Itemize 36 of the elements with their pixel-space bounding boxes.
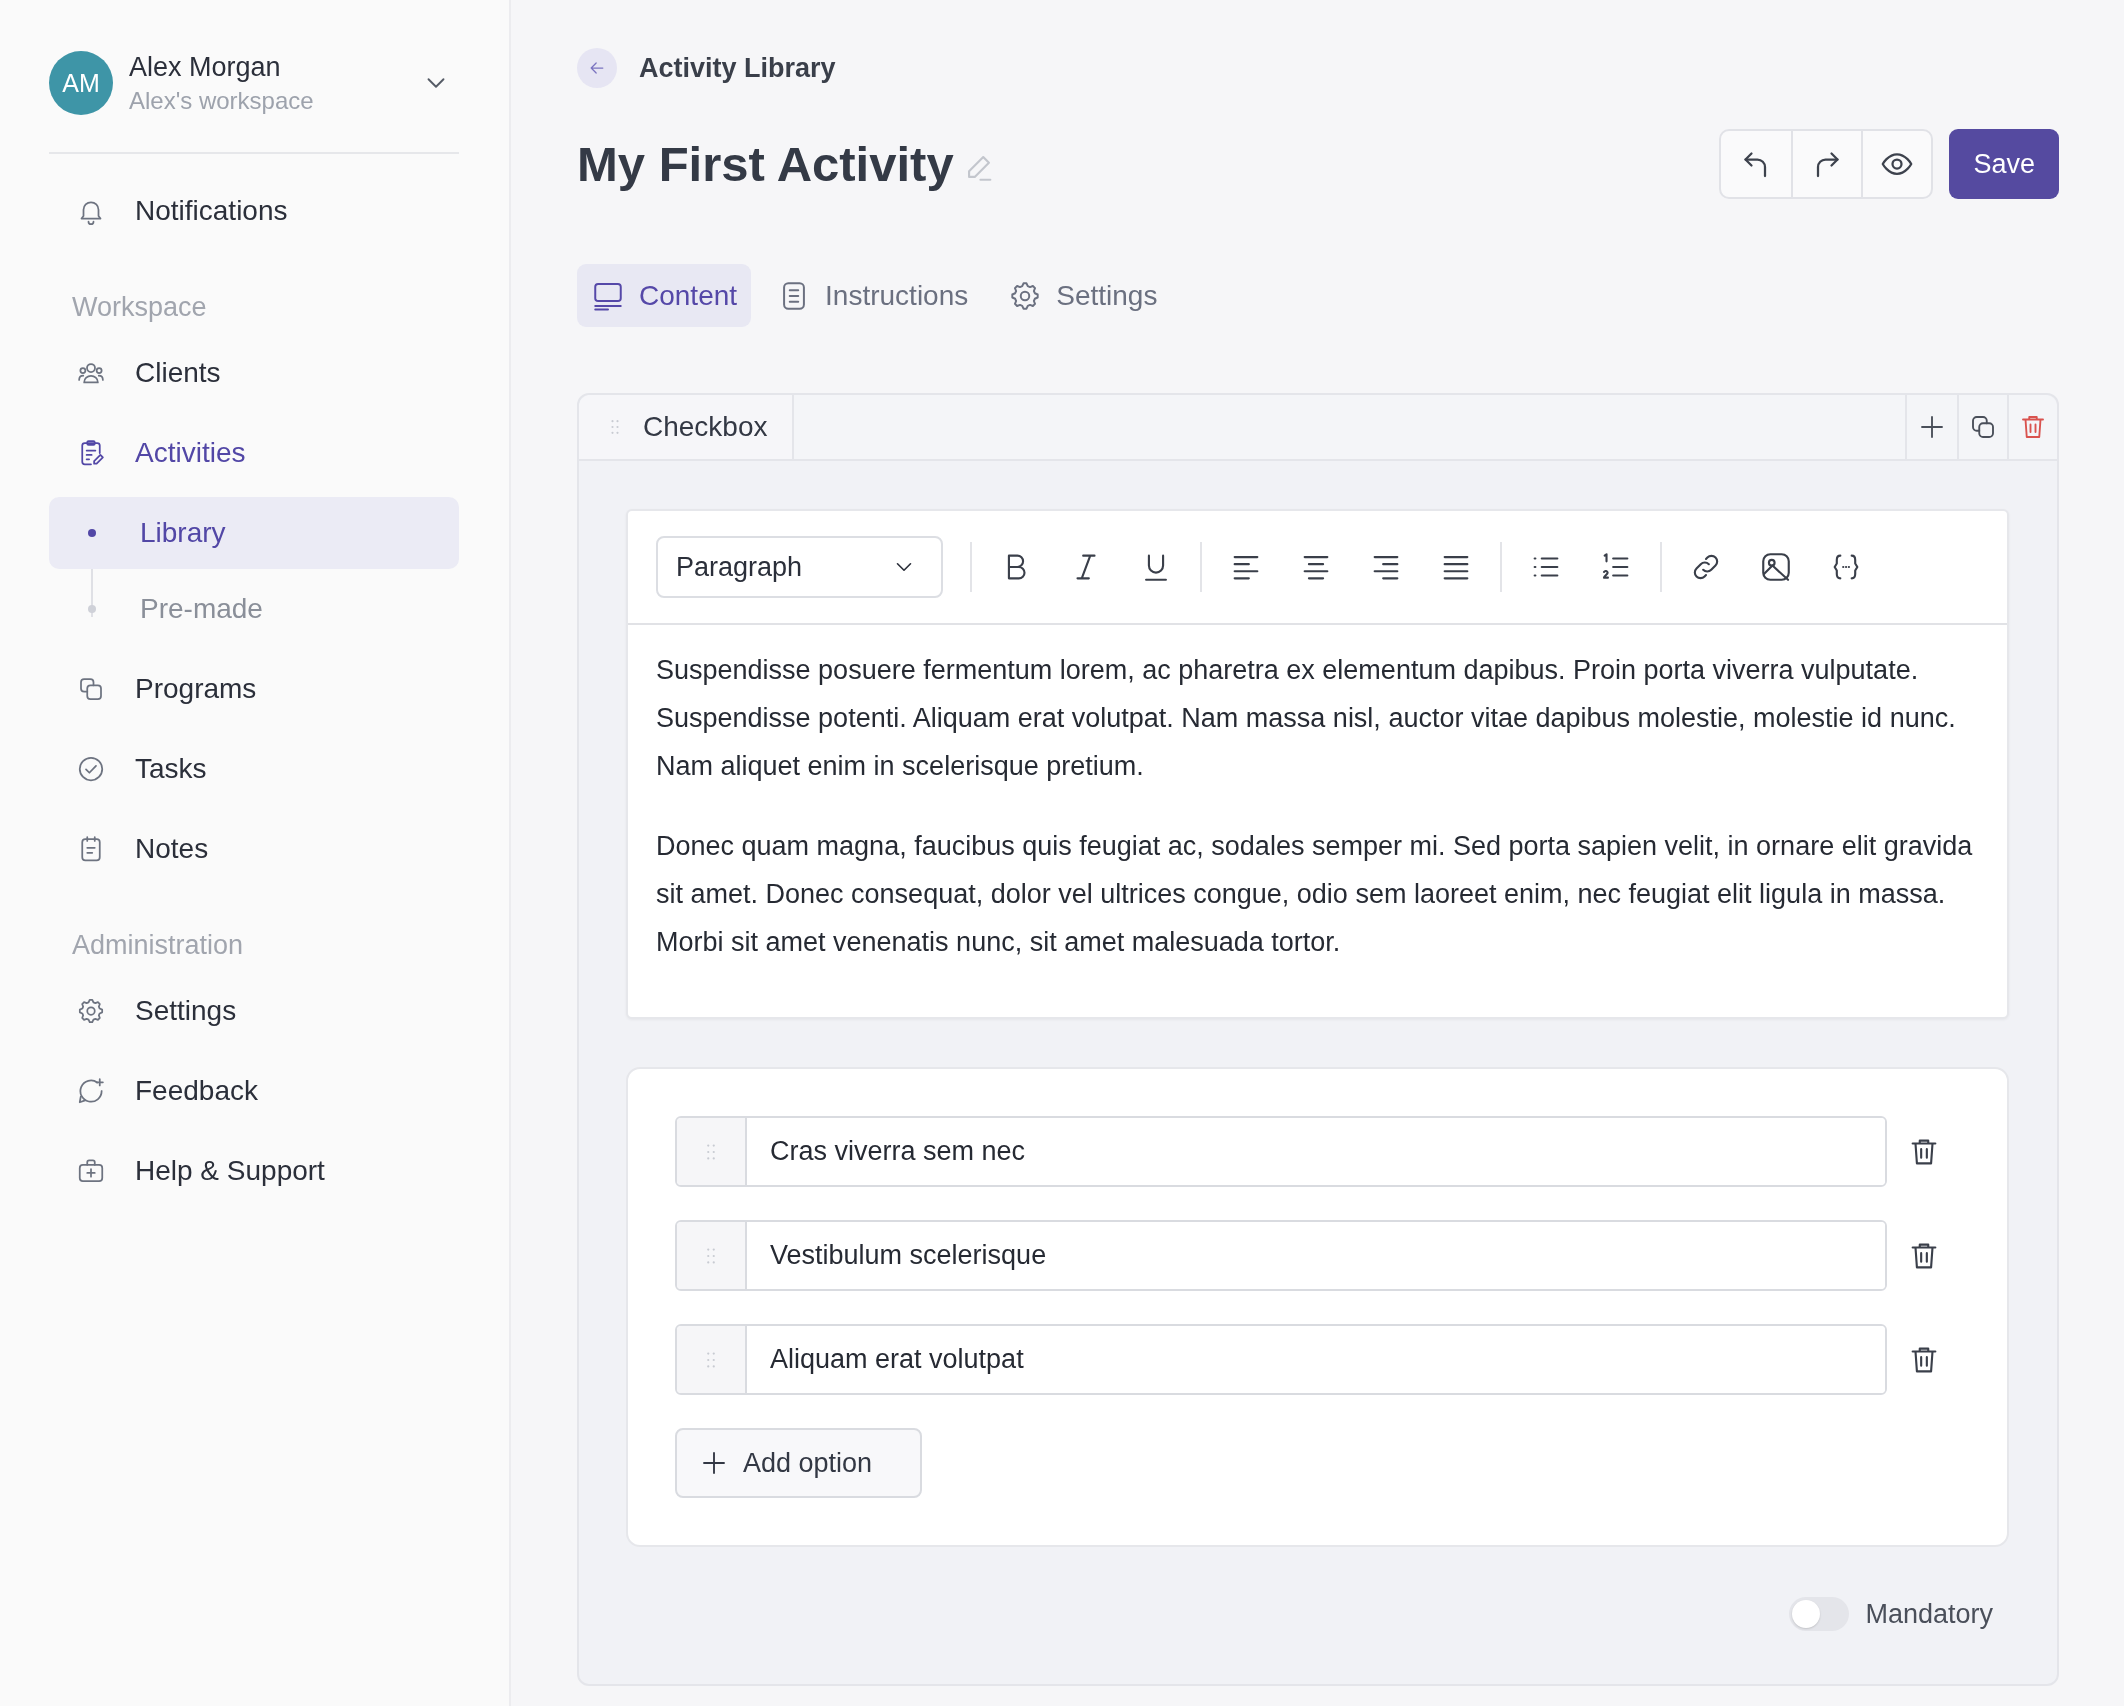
page-title: My First Activity [577, 136, 954, 192]
sidebar-item[interactable]: Notifications [49, 171, 459, 251]
image-icon[interactable] [1759, 550, 1793, 584]
sidebar-item[interactable]: Notes [49, 809, 459, 889]
sidebar-item[interactable]: Tasks [49, 729, 459, 809]
workspace-name: Alex's workspace [129, 86, 315, 115]
user-name: Alex Morgan [129, 51, 282, 83]
breadcrumb[interactable]: Activity Library [639, 52, 836, 84]
sidebar-item[interactable]: Help & Support [49, 1131, 459, 1211]
add-option-button[interactable]: Add option [675, 1428, 922, 1498]
option-field[interactable]: Vestibulum scelerisque [675, 1220, 1887, 1291]
sidebar-item[interactable]: Programs [49, 649, 459, 729]
mandatory-toggle[interactable] [1789, 1597, 1850, 1631]
sidebar-item[interactable]: Activities [49, 413, 459, 493]
settings-icon [76, 996, 106, 1026]
block-style-dropdown[interactable]: Paragraph [656, 536, 943, 598]
text-editor[interactable] [626, 509, 2009, 1019]
paragraph: Donec quam magna, faucibus quis feugiat ac, sodales semper mi. Sed porta sapien velit, in ornare elit gravida sit amet. Donec consequat, dolor vel ultrices congue, odio sem laoreet enim, nec feugiat elit ligula in massa. Morbi sit amet venenatis nunc, sit amet malesuada tortor. [656, 830, 1974, 959]
sidebar-subitem[interactable]: Library [49, 497, 459, 569]
toggle-label: Mandatory [1865, 1598, 1993, 1630]
check-circle-icon [76, 754, 106, 784]
tab[interactable]: Settings [994, 264, 1172, 327]
tab[interactable]: Instructions [763, 264, 983, 327]
sidebar-item[interactable]: Clients [49, 333, 459, 413]
save-button[interactable]: Save [1949, 129, 2059, 199]
sidebar-item[interactable]: Feedback [49, 1051, 459, 1131]
tree-dot-icon [88, 605, 96, 613]
option-field[interactable]: Cras viverra sem nec [675, 1116, 1887, 1187]
tree-dot-icon [88, 529, 96, 537]
sidebar-item[interactable]: Settings [49, 971, 459, 1051]
chat-plus-icon [76, 1076, 106, 1106]
section-heading: Administration [71, 928, 245, 962]
section-heading: Workspace [71, 290, 208, 324]
option-field[interactable]: Aliquam erat volutpat [675, 1324, 1887, 1395]
paragraph: Suspendisse posuere fermentum lorem, ac pharetra ex elementum dapibus. Proin porta viverra vulputate. Suspendisse potenti. Aliquam erat volutpat. Nam massa nisl, auctor vitae dapibus molestie, molestie id nunc. Nam aliquet enim in scelerisque pretium. [656, 654, 1957, 783]
tab[interactable]: Content [577, 264, 752, 327]
